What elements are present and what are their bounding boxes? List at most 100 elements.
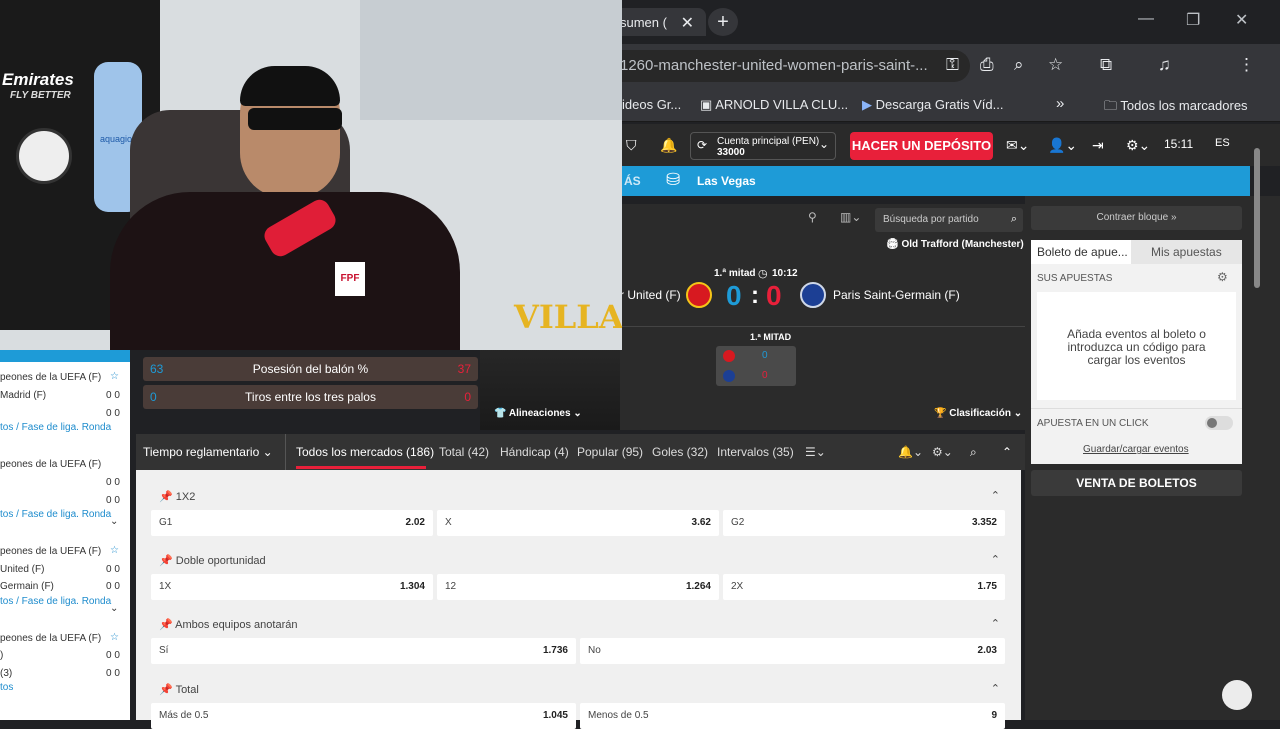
clock-icon: ◷ — [758, 268, 768, 280]
chevron-down-icon[interactable]: ⌄ — [110, 603, 118, 614]
chevron-up-icon[interactable]: ⌃ — [991, 553, 1000, 566]
menu-icon[interactable]: ⋮ — [1238, 55, 1255, 75]
league-name: peones de la UEFA (F) — [0, 633, 102, 644]
odd-button[interactable]: Menos de 0.5 9 — [580, 703, 1005, 729]
round-link[interactable]: tos — [0, 682, 13, 693]
search-icon[interactable]: ⌕ — [970, 445, 977, 460]
tab-handicap[interactable]: Hándicap (4) — [500, 445, 569, 459]
collapse-all-icon[interactable]: ⌃ — [1002, 445, 1012, 459]
more-tabs-icon[interactable]: ☰⌄ — [805, 445, 826, 459]
round-link[interactable]: tos / Fase de liga. Ronda — [0, 509, 111, 520]
gear-icon[interactable]: ⚙ — [1217, 270, 1228, 284]
nav-las-vegas[interactable]: Las Vegas — [697, 174, 756, 188]
deposit-button[interactable]: HACER UN DEPÓSITO — [850, 132, 993, 160]
chevron-up-icon[interactable]: ⌃ — [991, 682, 1000, 695]
peru-crest: FPF — [335, 262, 365, 296]
villa-logo: VILLA — [514, 298, 622, 336]
odd-button[interactable]: 1X 1.304 — [151, 574, 433, 600]
match-search-input[interactable]: Búsqueda por partido ⌕ — [875, 208, 1023, 232]
star-icon[interactable]: ☆ — [1048, 55, 1063, 75]
tab-popular[interactable]: Popular (95) — [577, 445, 643, 459]
minimize-icon[interactable]: — — [1138, 10, 1154, 28]
chevron-up-icon[interactable]: ⌃ — [991, 617, 1000, 630]
tab-betslip[interactable]: Boleto de apue... — [1031, 240, 1131, 264]
settings-icon[interactable]: ⚙⌄ — [1126, 137, 1150, 154]
pin-icon: 📌 — [159, 684, 176, 696]
settings-icon[interactable]: ⚙⌄ — [932, 445, 953, 459]
odd-button[interactable]: Más de 0.5 1.045 — [151, 703, 576, 729]
sell-tickets-button[interactable]: VENTA DE BOLETOS — [1031, 470, 1242, 496]
football-image — [16, 128, 72, 184]
mail-icon[interactable]: ✉⌄ — [1006, 137, 1029, 154]
chevron-up-icon[interactable]: ⌃ — [991, 489, 1000, 502]
bookmark-item[interactable]: ▶ Descarga Gratis Víd... — [862, 97, 1004, 113]
chevron-down-icon[interactable]: ⌄ — [110, 516, 118, 527]
bookmark-item[interactable]: ▣ ARNOLD VILLA CLU... — [700, 97, 848, 113]
more-bookmarks-icon[interactable]: » — [1056, 95, 1064, 112]
tab-close-icon[interactable]: ✕ — [681, 13, 694, 33]
market-header[interactable]: 📌 Total ⌃ — [149, 678, 1008, 700]
key-icon[interactable]: ⚿ — [946, 55, 959, 75]
nav-more[interactable]: ÁS — [624, 174, 641, 188]
scrollbar[interactable] — [1254, 148, 1260, 288]
stat-away-value: 0 — [464, 390, 471, 404]
team-score: 0 0 — [106, 650, 120, 661]
stat-label: Posesión del balón % — [252, 362, 369, 376]
stats-icon[interactable]: ▥⌄ — [840, 210, 861, 224]
pin-icon[interactable]: ⚲ — [808, 210, 817, 224]
language-selector[interactable]: ES — [1215, 137, 1230, 149]
odd-button[interactable]: No 2.03 — [580, 638, 1005, 664]
one-click-toggle[interactable] — [1205, 416, 1233, 430]
address-bar[interactable]: 1260-manchester-united-women-paris-saint… — [600, 50, 970, 82]
chevron-down-icon: ⌄ — [818, 137, 829, 151]
tab-total[interactable]: Total (42) — [439, 445, 489, 459]
round-link[interactable]: tos / Fase de liga. Ronda — [0, 422, 111, 433]
bell-icon[interactable]: 🔔⌄ — [898, 445, 923, 459]
tab-intervals[interactable]: Intervalos (35) — [717, 445, 794, 459]
window-close-icon[interactable]: ✕ — [1235, 10, 1248, 30]
maximize-icon[interactable]: ❐ — [1186, 10, 1200, 30]
market-header[interactable]: 📌 1X2 ⌃ — [149, 485, 1008, 507]
chat-icon[interactable] — [1222, 680, 1252, 710]
favorite-star-icon[interactable]: ☆ — [110, 545, 119, 556]
odd-button[interactable]: G1 2.02 — [151, 510, 433, 536]
lineups-button[interactable]: 👕 Alineaciones ⌄ — [494, 408, 582, 419]
collapse-block-button[interactable]: Contraer bloque » — [1031, 206, 1242, 230]
all-bookmarks[interactable]: 🗀 Todos los marcadores — [1104, 97, 1248, 119]
period-selector[interactable]: Tiempo reglamentario ⌄ — [143, 445, 273, 459]
standings-button[interactable]: 🏆 Clasificación ⌄ — [934, 408, 1022, 419]
logout-icon[interactable]: ⇥ — [1092, 137, 1104, 154]
new-tab-button[interactable]: + — [708, 8, 738, 36]
account-selector[interactable]: ⟳ Cuenta principal (PEN) 33000 ⌄ — [690, 132, 836, 160]
tab-my-bets[interactable]: Mis apuestas — [1151, 245, 1222, 259]
media-icon[interactable]: ♫ — [1158, 55, 1171, 75]
odd-button[interactable]: Sí 1.736 — [151, 638, 576, 664]
stat-home-value: 0 — [150, 390, 157, 404]
search-icon[interactable]: ⌕ — [1011, 213, 1017, 226]
shield-icon[interactable]: ⛉ — [626, 137, 637, 154]
favorite-star-icon[interactable]: ☆ — [110, 632, 119, 643]
match-clock: 10:12 — [772, 268, 798, 279]
bookmark-icon: ▶ — [862, 97, 876, 112]
install-icon[interactable]: ⎙ — [980, 55, 994, 75]
odd-button[interactable]: G2 3.352 — [723, 510, 1005, 536]
tab-goals[interactable]: Goles (32) — [652, 445, 708, 459]
zoom-icon[interactable]: ⌕ — [1014, 55, 1024, 75]
team-score: 0 0 — [106, 477, 120, 488]
team-name: Madrid (F) — [0, 390, 47, 401]
round-link[interactable]: tos / Fase de liga. Ronda — [0, 596, 111, 607]
market-header[interactable]: 📌 Ambos equipos anotarán ⌃ — [149, 613, 1008, 635]
account-balance: 33000 — [717, 147, 745, 158]
odd-button[interactable]: 2X 1.75 — [723, 574, 1005, 600]
odd-button[interactable]: X 3.62 — [437, 510, 719, 536]
market-header[interactable]: 📌 Doble oportunidad ⌃ — [149, 549, 1008, 571]
bell-icon[interactable]: 🔔 — [660, 137, 677, 154]
favorite-star-icon[interactable]: ☆ — [110, 371, 119, 382]
tab-all-markets[interactable]: Todos los mercados (186) — [296, 445, 434, 459]
user-icon[interactable]: 👤⌄ — [1048, 137, 1077, 154]
bookmark-item[interactable]: ideos Gr... — [622, 97, 681, 112]
save-load-events-link[interactable]: Guardar/cargar eventos — [1083, 444, 1189, 455]
extensions-icon[interactable]: ⧉ — [1100, 55, 1112, 75]
odd-button[interactable]: 12 1.264 — [437, 574, 719, 600]
refresh-icon[interactable]: ⟳ — [697, 139, 707, 151]
